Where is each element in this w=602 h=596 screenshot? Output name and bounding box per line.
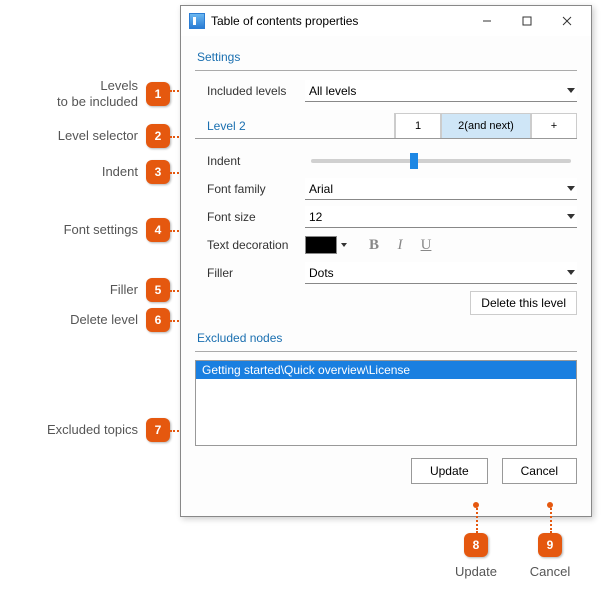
label-font-size: Font size <box>195 210 305 224</box>
bold-button[interactable]: B <box>361 234 387 256</box>
callout-bubble-7: 7 <box>146 418 170 442</box>
callout-bubble-1: 1 <box>146 82 170 106</box>
leader-line <box>476 505 478 533</box>
leader-dot <box>473 502 479 508</box>
callout-label: Delete level <box>70 312 138 328</box>
window-title: Table of contents properties <box>211 14 467 28</box>
list-item[interactable]: Getting started\Quick overview\License <box>196 361 576 379</box>
select-value: Arial <box>309 182 333 196</box>
callout-label: Update <box>446 564 506 579</box>
indent-slider[interactable] <box>311 159 571 163</box>
label-filler: Filler <box>195 266 305 280</box>
underline-button[interactable]: U <box>413 234 439 256</box>
select-font-family[interactable]: Arial <box>305 178 577 200</box>
settings-heading: Settings <box>195 44 577 71</box>
row-font-family: Font family Arial <box>195 177 577 201</box>
level-tab-add[interactable]: + <box>531 113 577 138</box>
callout-bubble-8: 8 <box>464 533 488 557</box>
chevron-down-icon <box>567 214 575 219</box>
chevron-down-icon[interactable] <box>341 243 347 247</box>
chevron-down-icon <box>567 186 575 191</box>
select-value: Dots <box>309 266 334 280</box>
level-selector-label[interactable]: Level 2 <box>195 113 395 138</box>
callout-bubble-4: 4 <box>146 218 170 242</box>
cancel-button[interactable]: Cancel <box>502 458 577 484</box>
dialog-buttons: Update Cancel <box>195 458 577 484</box>
callout-label: Levels to be included <box>57 78 138 109</box>
row-indent: Indent <box>195 149 577 173</box>
callout-bubble-9: 9 <box>538 533 562 557</box>
row-text-decoration: Text decoration B I U <box>195 233 577 257</box>
excluded-heading: Excluded nodes <box>195 325 577 352</box>
color-picker[interactable] <box>305 236 337 254</box>
close-button[interactable] <box>547 7 587 35</box>
annotation-layer: Levels to be included 1 Level selector 2… <box>0 0 180 596</box>
leader-line <box>550 505 552 533</box>
titlebar[interactable]: Table of contents properties <box>181 6 591 36</box>
label-included-levels: Included levels <box>195 84 305 98</box>
callout-bubble-6: 6 <box>146 308 170 332</box>
italic-button[interactable]: I <box>387 234 413 256</box>
row-filler: Filler Dots <box>195 261 577 285</box>
update-button[interactable]: Update <box>411 458 488 484</box>
slider-thumb[interactable] <box>410 153 418 169</box>
level-tab-2[interactable]: 2(and next) <box>441 113 531 138</box>
callout-label: Excluded topics <box>47 422 138 438</box>
label-indent: Indent <box>195 154 305 168</box>
label-text-decoration: Text decoration <box>195 238 305 252</box>
callout-label: Indent <box>102 164 138 180</box>
leader-dot <box>547 502 553 508</box>
chevron-down-icon <box>567 270 575 275</box>
excluded-nodes-list[interactable]: Getting started\Quick overview\License <box>195 360 577 446</box>
level-selector: Level 2 1 2(and next) + <box>195 113 577 139</box>
select-value: 12 <box>309 210 322 224</box>
callout-bubble-2: 2 <box>146 124 170 148</box>
select-font-size[interactable]: 12 <box>305 206 577 228</box>
callout-label: Filler <box>110 282 138 298</box>
label-font-family: Font family <box>195 182 305 196</box>
row-included-levels: Included levels All levels <box>195 79 577 103</box>
select-value: All levels <box>309 84 356 98</box>
callout-label: Level selector <box>58 128 138 144</box>
minimize-button[interactable] <box>467 7 507 35</box>
delete-level-button[interactable]: Delete this level <box>470 291 577 315</box>
level-tab-1[interactable]: 1 <box>395 113 441 138</box>
row-font-size: Font size 12 <box>195 205 577 229</box>
select-filler[interactable]: Dots <box>305 262 577 284</box>
select-included-levels[interactable]: All levels <box>305 80 577 102</box>
dialog-toc-properties: Table of contents properties Settings In… <box>180 5 592 517</box>
callout-label: Cancel <box>520 564 580 579</box>
callout-bubble-3: 3 <box>146 160 170 184</box>
chevron-down-icon <box>567 88 575 93</box>
maximize-button[interactable] <box>507 7 547 35</box>
dialog-content: Settings Included levels All levels Leve… <box>181 36 591 516</box>
callout-label: Font settings <box>64 222 138 238</box>
app-icon <box>189 13 205 29</box>
callout-bubble-5: 5 <box>146 278 170 302</box>
